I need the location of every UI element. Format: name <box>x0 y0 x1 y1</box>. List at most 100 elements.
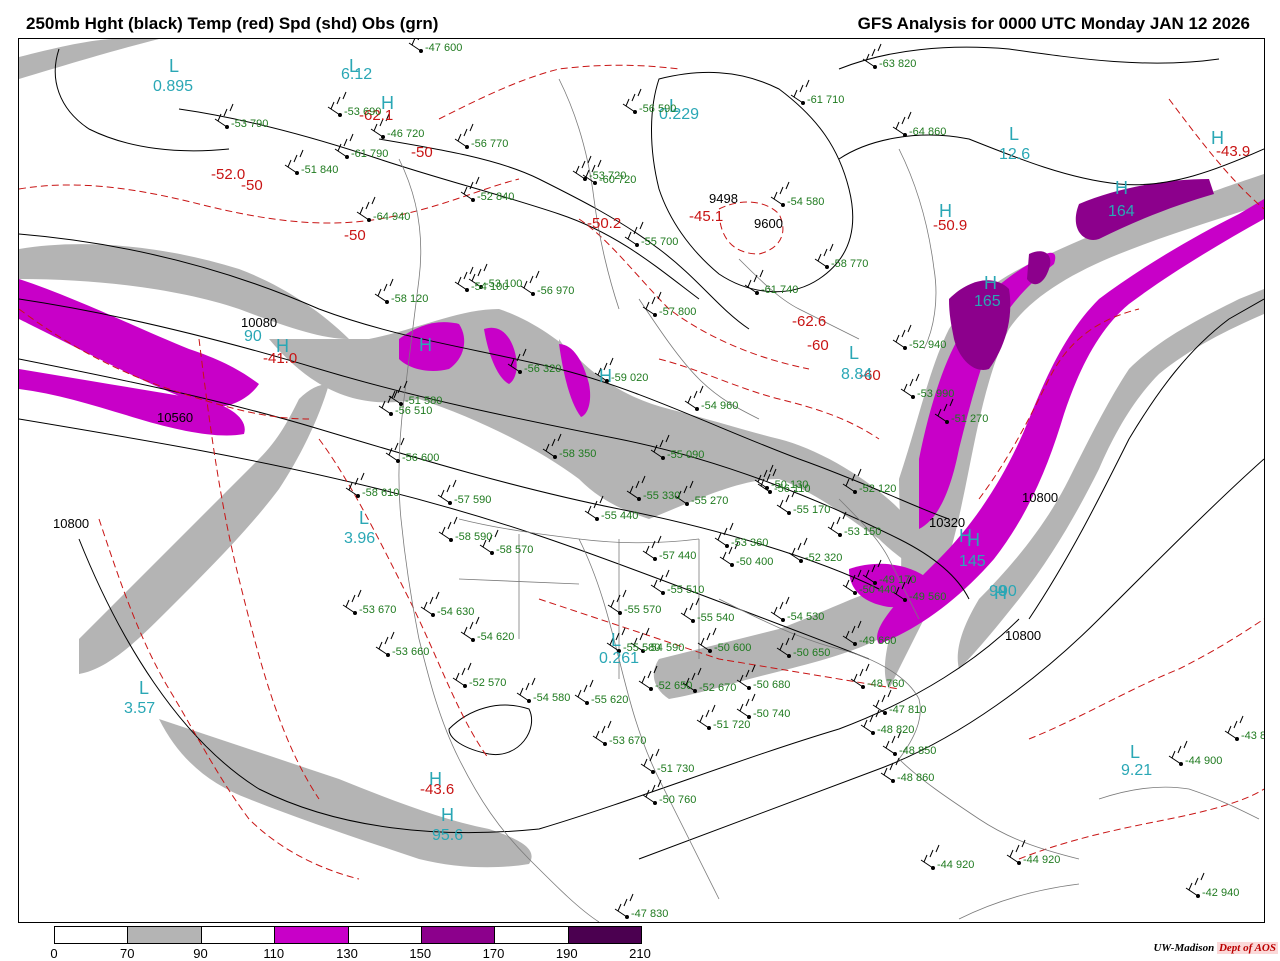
observation-label: -52 650 <box>655 680 693 692</box>
observation-label: -52 840 <box>477 191 515 203</box>
observation-label: -53 150 <box>844 526 882 538</box>
station-dot <box>825 265 829 269</box>
station-dot <box>633 110 637 114</box>
station-dot <box>381 135 385 139</box>
station-dot <box>903 133 907 137</box>
station-dot <box>585 701 589 705</box>
credit-dept: Dept of AOS <box>1216 942 1278 954</box>
coastline <box>398 158 600 922</box>
observation-label: -55 540 <box>697 612 735 624</box>
station-dot <box>747 686 751 690</box>
extrema-value: 9.21 <box>1121 762 1153 779</box>
station-dot <box>787 511 791 515</box>
station-dot <box>1179 762 1183 766</box>
station-dot <box>471 198 475 202</box>
observation-label: -55 620 <box>591 694 629 706</box>
station-dot <box>583 177 587 181</box>
observation-label: -50 440 <box>859 584 897 596</box>
observation-label: -53 660 <box>392 646 430 658</box>
station-dot <box>490 551 494 555</box>
legend-tick-label: 130 <box>336 946 358 961</box>
observation-label: -61 710 <box>807 94 845 106</box>
temperature-label: -50 <box>411 144 433 161</box>
extrema-letter: H <box>959 526 972 546</box>
observation-label: -53 670 <box>609 735 647 747</box>
observation-label: -55 570 <box>624 604 662 616</box>
observation-label: -53 990 <box>917 388 955 400</box>
station-dot <box>527 699 531 703</box>
station-dot <box>781 618 785 622</box>
station-dot <box>787 654 791 658</box>
analysis-time-title: GFS Analysis for 0000 UTC Monday JAN 12 … <box>857 14 1250 33</box>
temperature-label: -50 <box>344 227 366 244</box>
observation-label: -46 720 <box>387 128 425 140</box>
observation-label: -52 120 <box>859 483 897 495</box>
observation-label: -57 440 <box>659 550 697 562</box>
station-dot <box>389 412 393 416</box>
observation-label: -56 510 <box>395 405 433 417</box>
observation-label: -58 570 <box>496 544 534 556</box>
station-dot <box>730 563 734 567</box>
observation-label: -47 810 <box>889 704 927 716</box>
observation-label: -55 700 <box>641 236 679 248</box>
observation-label: -43 830 <box>1241 730 1264 742</box>
extrema-letter: L <box>611 630 622 650</box>
height-contour <box>178 108 700 300</box>
map-canvas <box>19 39 1264 922</box>
observation-label: -53 720 <box>589 170 627 182</box>
extrema-letter: H <box>1211 128 1224 148</box>
legend-swatch <box>421 927 496 943</box>
extrema-value: 8.84 <box>841 366 873 383</box>
legend-swatch <box>55 927 129 943</box>
legend-tick-label: 110 <box>263 946 285 961</box>
extrema-letter: L <box>1130 742 1141 762</box>
station-dot <box>603 742 607 746</box>
legend-swatch <box>201 927 276 943</box>
station-dot <box>691 619 695 623</box>
observation-label: -52 670 <box>699 682 737 694</box>
weather-map: 10080 10560 10800 10800 10800 10320 9498 9600 -5… <box>18 38 1265 923</box>
extrema-letter: L <box>359 508 370 528</box>
station-dot <box>693 689 697 693</box>
station-dot <box>553 455 557 459</box>
station-dot <box>448 501 452 505</box>
station-dot <box>431 613 435 617</box>
station-dot <box>903 346 907 350</box>
observation-label: -55 090 <box>667 449 705 461</box>
station-dot <box>367 218 371 222</box>
observation-label: -54 530 <box>787 611 825 623</box>
extrema-letter: H <box>441 805 454 825</box>
observation-label: -47 830 <box>631 908 669 920</box>
extrema-value: 6.12 <box>341 66 373 83</box>
observation-label: -49 170 <box>879 574 917 586</box>
temperature-contour <box>1028 618 1264 740</box>
observation-label: -57 800 <box>659 306 697 318</box>
observation-label: -49 560 <box>909 591 947 603</box>
observation-label: -56 770 <box>471 138 509 150</box>
extrema-letter: H <box>276 336 289 356</box>
extrema-value: 95.6 <box>432 827 464 844</box>
observation-label: -53 670 <box>359 604 397 616</box>
temperature-label: -50 <box>241 177 263 194</box>
observation-label: -53 690 <box>344 106 382 118</box>
extrema-value: 0.895 <box>153 78 194 95</box>
extrema-value: 3.57 <box>124 700 156 717</box>
observation-label: -53 360 <box>731 537 769 549</box>
observation-label: -56 600 <box>402 452 440 464</box>
legend-swatch <box>495 927 569 943</box>
observation-label: -64 940 <box>373 211 411 223</box>
height-label: 10800 <box>1022 490 1059 505</box>
extrema-value: 164 <box>1108 203 1135 220</box>
height-contour <box>378 138 750 330</box>
observation-label: -48 760 <box>867 678 905 690</box>
observation-label: -51 270 <box>951 413 989 425</box>
observation-label: -55 510 <box>667 584 705 596</box>
observation-label: -48 820 <box>877 724 915 736</box>
observation-label: -55 170 <box>793 504 831 516</box>
observation-label: -61 740 <box>761 284 799 296</box>
observation-label: -44 920 <box>1023 854 1061 866</box>
station-dot <box>1196 894 1200 898</box>
station-dot <box>618 611 622 615</box>
observation-label: -59 020 <box>611 372 649 384</box>
observation-label: -57 590 <box>454 494 492 506</box>
